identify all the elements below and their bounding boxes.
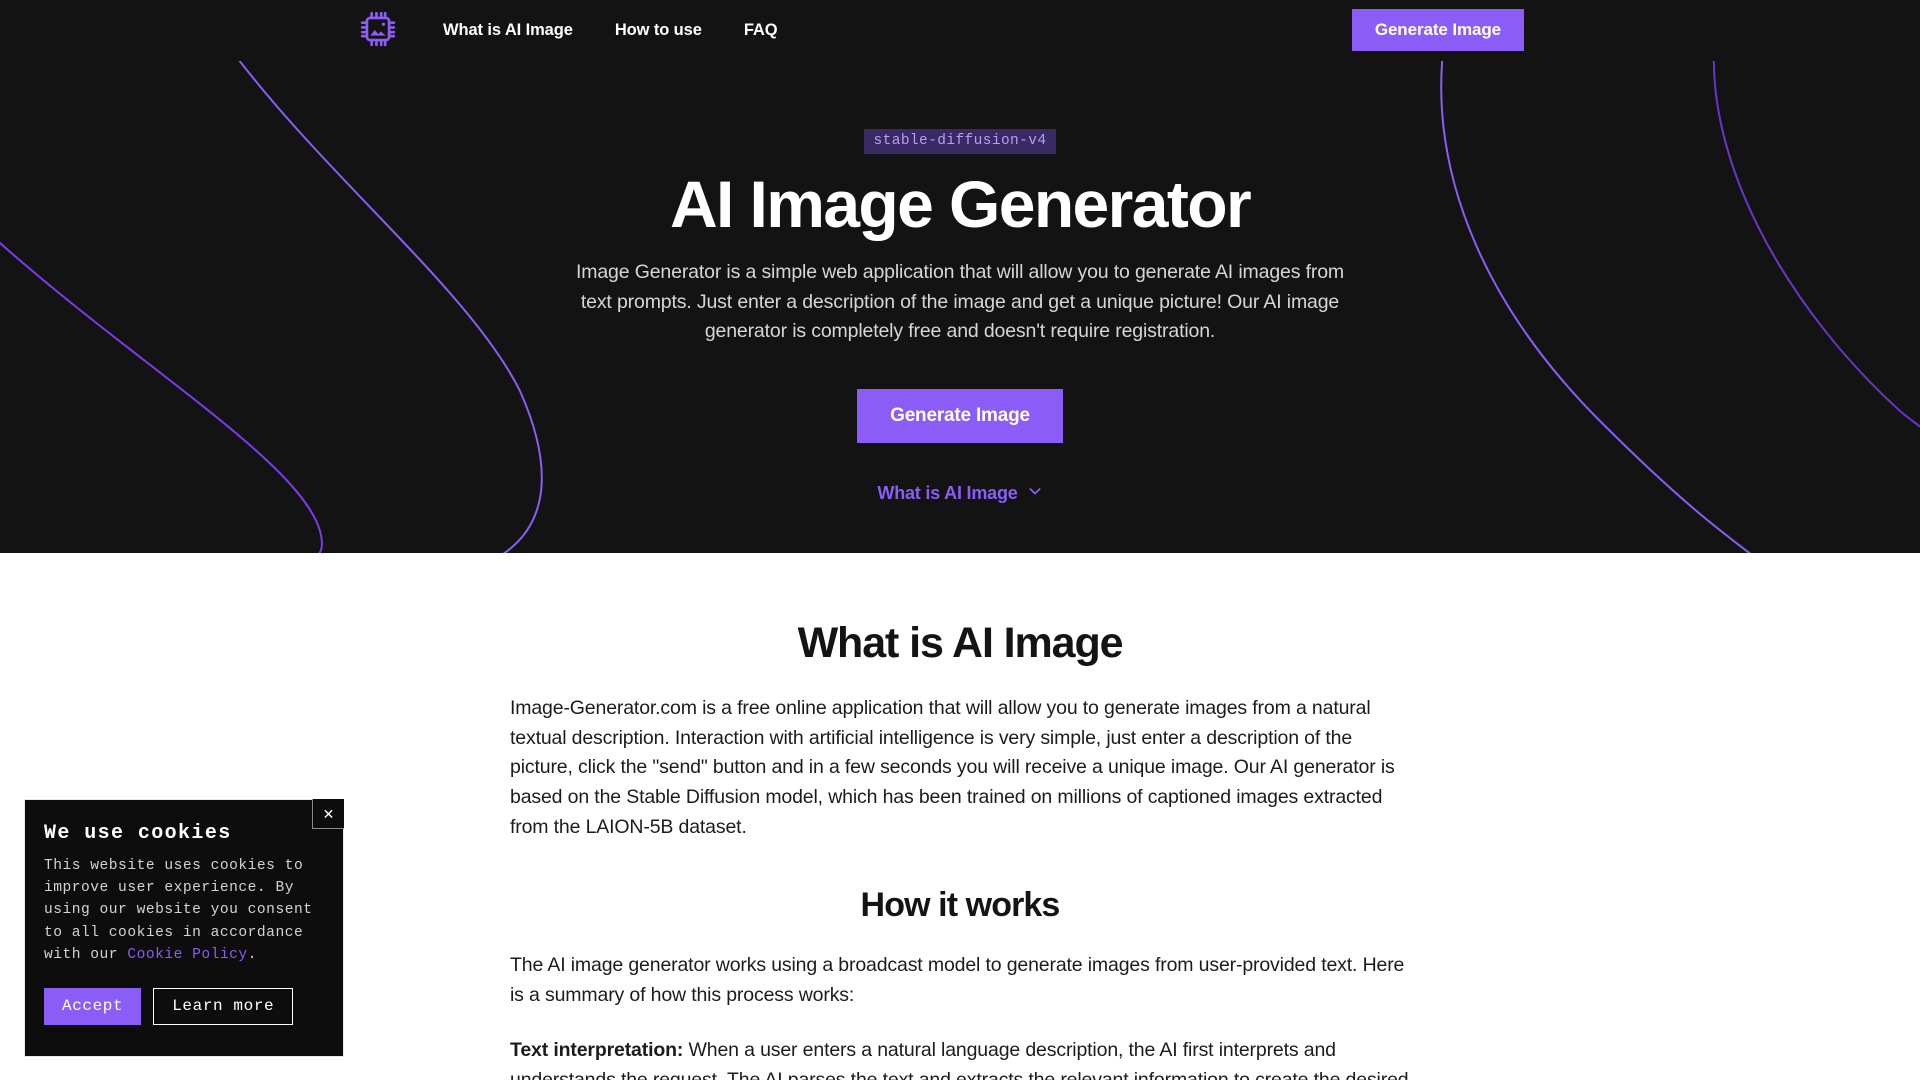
article-heading: What is AI Image — [797, 619, 1124, 667]
article-step-label: Text interpretation: — [510, 1039, 684, 1062]
site-header: What is AI Image How to use FAQ Generate… — [0, 0, 1920, 61]
cookie-close-button[interactable]: ✕ — [312, 799, 344, 829]
nav-item-faq[interactable]: FAQ — [744, 21, 778, 40]
site-logo[interactable] — [358, 11, 398, 51]
chevron-down-icon — [1027, 483, 1043, 504]
article-paragraph-1: Image-Generator.com is a free online app… — [510, 697, 1395, 838]
article-subheading: How it works — [860, 886, 1061, 925]
cookie-text: This website uses cookies to improve use… — [44, 855, 322, 966]
hero-subtitle: Image Generator is a simple web applicat… — [576, 260, 1344, 343]
cookie-learn-more-button[interactable]: Learn more — [153, 987, 294, 1025]
cookie-title: We use cookies — [44, 822, 232, 845]
cookie-accept-button[interactable]: Accept — [44, 987, 142, 1025]
cookie-policy-link[interactable]: Cookie Policy — [127, 947, 247, 963]
hero-title: AI Image Generator — [669, 167, 1252, 241]
hero-jump-label: What is AI Image — [877, 482, 1018, 503]
cookie-text-after: . — [247, 946, 257, 963]
cookie-consent-banner: ✕ We use cookies This website uses cooki… — [24, 799, 344, 1057]
article-step-paragraph: Text interpretation: When a user enters … — [510, 1036, 1410, 1080]
hero-jump-link[interactable]: What is AI Image — [877, 483, 1042, 504]
hero-generate-image-button[interactable]: Generate Image — [857, 388, 1063, 443]
article-paragraph-2: The AI image generator works using a bro… — [510, 954, 1405, 1006]
model-badge: stable-diffusion-v4 — [863, 129, 1057, 154]
nav-item-what-is-ai-image[interactable]: What is AI Image — [443, 21, 573, 40]
chip-image-icon — [359, 10, 397, 53]
primary-navigation: What is AI Image How to use FAQ — [443, 0, 778, 61]
cookie-actions: Accept Learn more — [44, 987, 322, 1025]
hero-section: stable-diffusion-v4 AI Image Generator I… — [0, 61, 1920, 553]
header-generate-image-button[interactable]: Generate Image — [1351, 9, 1524, 51]
nav-item-how-to-use[interactable]: How to use — [615, 21, 702, 40]
